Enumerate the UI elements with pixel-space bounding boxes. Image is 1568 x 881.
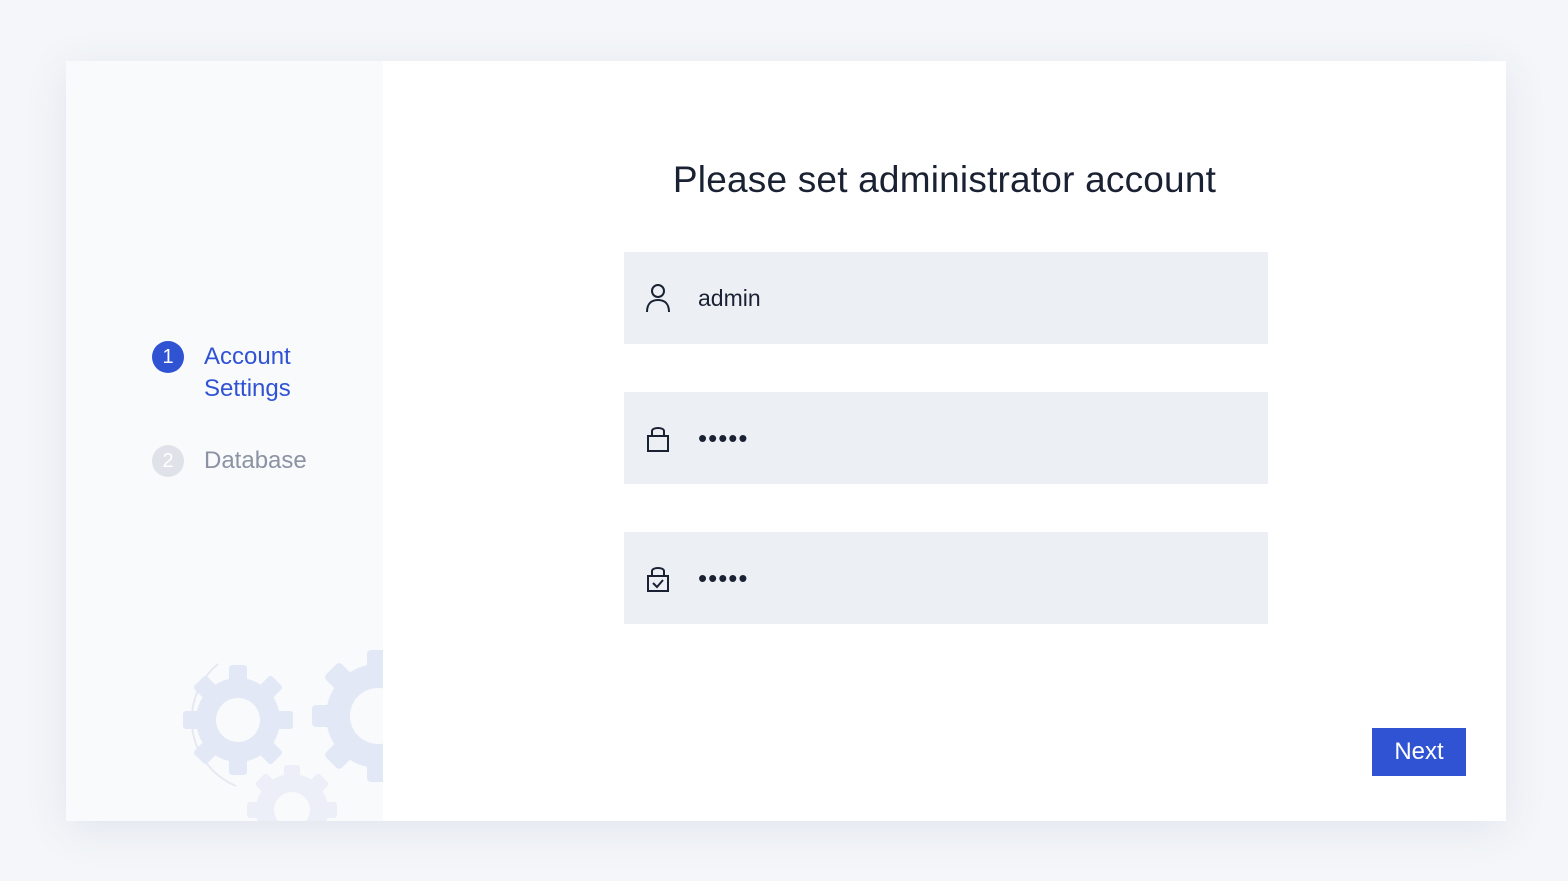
- step-label: Database: [204, 447, 307, 474]
- gear-icon: [247, 765, 337, 821]
- confirm-password-field[interactable]: •••••: [624, 532, 1268, 624]
- next-button[interactable]: Next: [1372, 728, 1466, 776]
- setup-wizard-card: 1 Account Settings 2 Database Please set…: [66, 61, 1506, 821]
- user-icon: [645, 283, 671, 313]
- step-account-settings[interactable]: 1 Account Settings: [152, 341, 314, 405]
- gear-icon: [312, 650, 383, 782]
- password-value[interactable]: •••••: [698, 423, 1238, 454]
- step-database[interactable]: 2 Database: [152, 445, 314, 477]
- page-title: Please set administrator account: [672, 159, 1217, 200]
- confirm-password-value[interactable]: •••••: [698, 563, 1238, 594]
- lock-icon: [645, 423, 671, 453]
- username-value[interactable]: admin: [698, 285, 1238, 312]
- password-field[interactable]: •••••: [624, 392, 1268, 484]
- step-number-badge: 2: [152, 445, 184, 477]
- steps-sidebar: 1 Account Settings 2 Database: [66, 61, 383, 821]
- gears-illustration: [183, 650, 383, 821]
- step-label: Account Settings: [204, 343, 291, 402]
- lock-check-icon: [645, 563, 671, 593]
- step-number-badge: 1: [152, 341, 184, 373]
- gear-icon: [183, 665, 293, 775]
- username-field[interactable]: admin: [624, 252, 1268, 344]
